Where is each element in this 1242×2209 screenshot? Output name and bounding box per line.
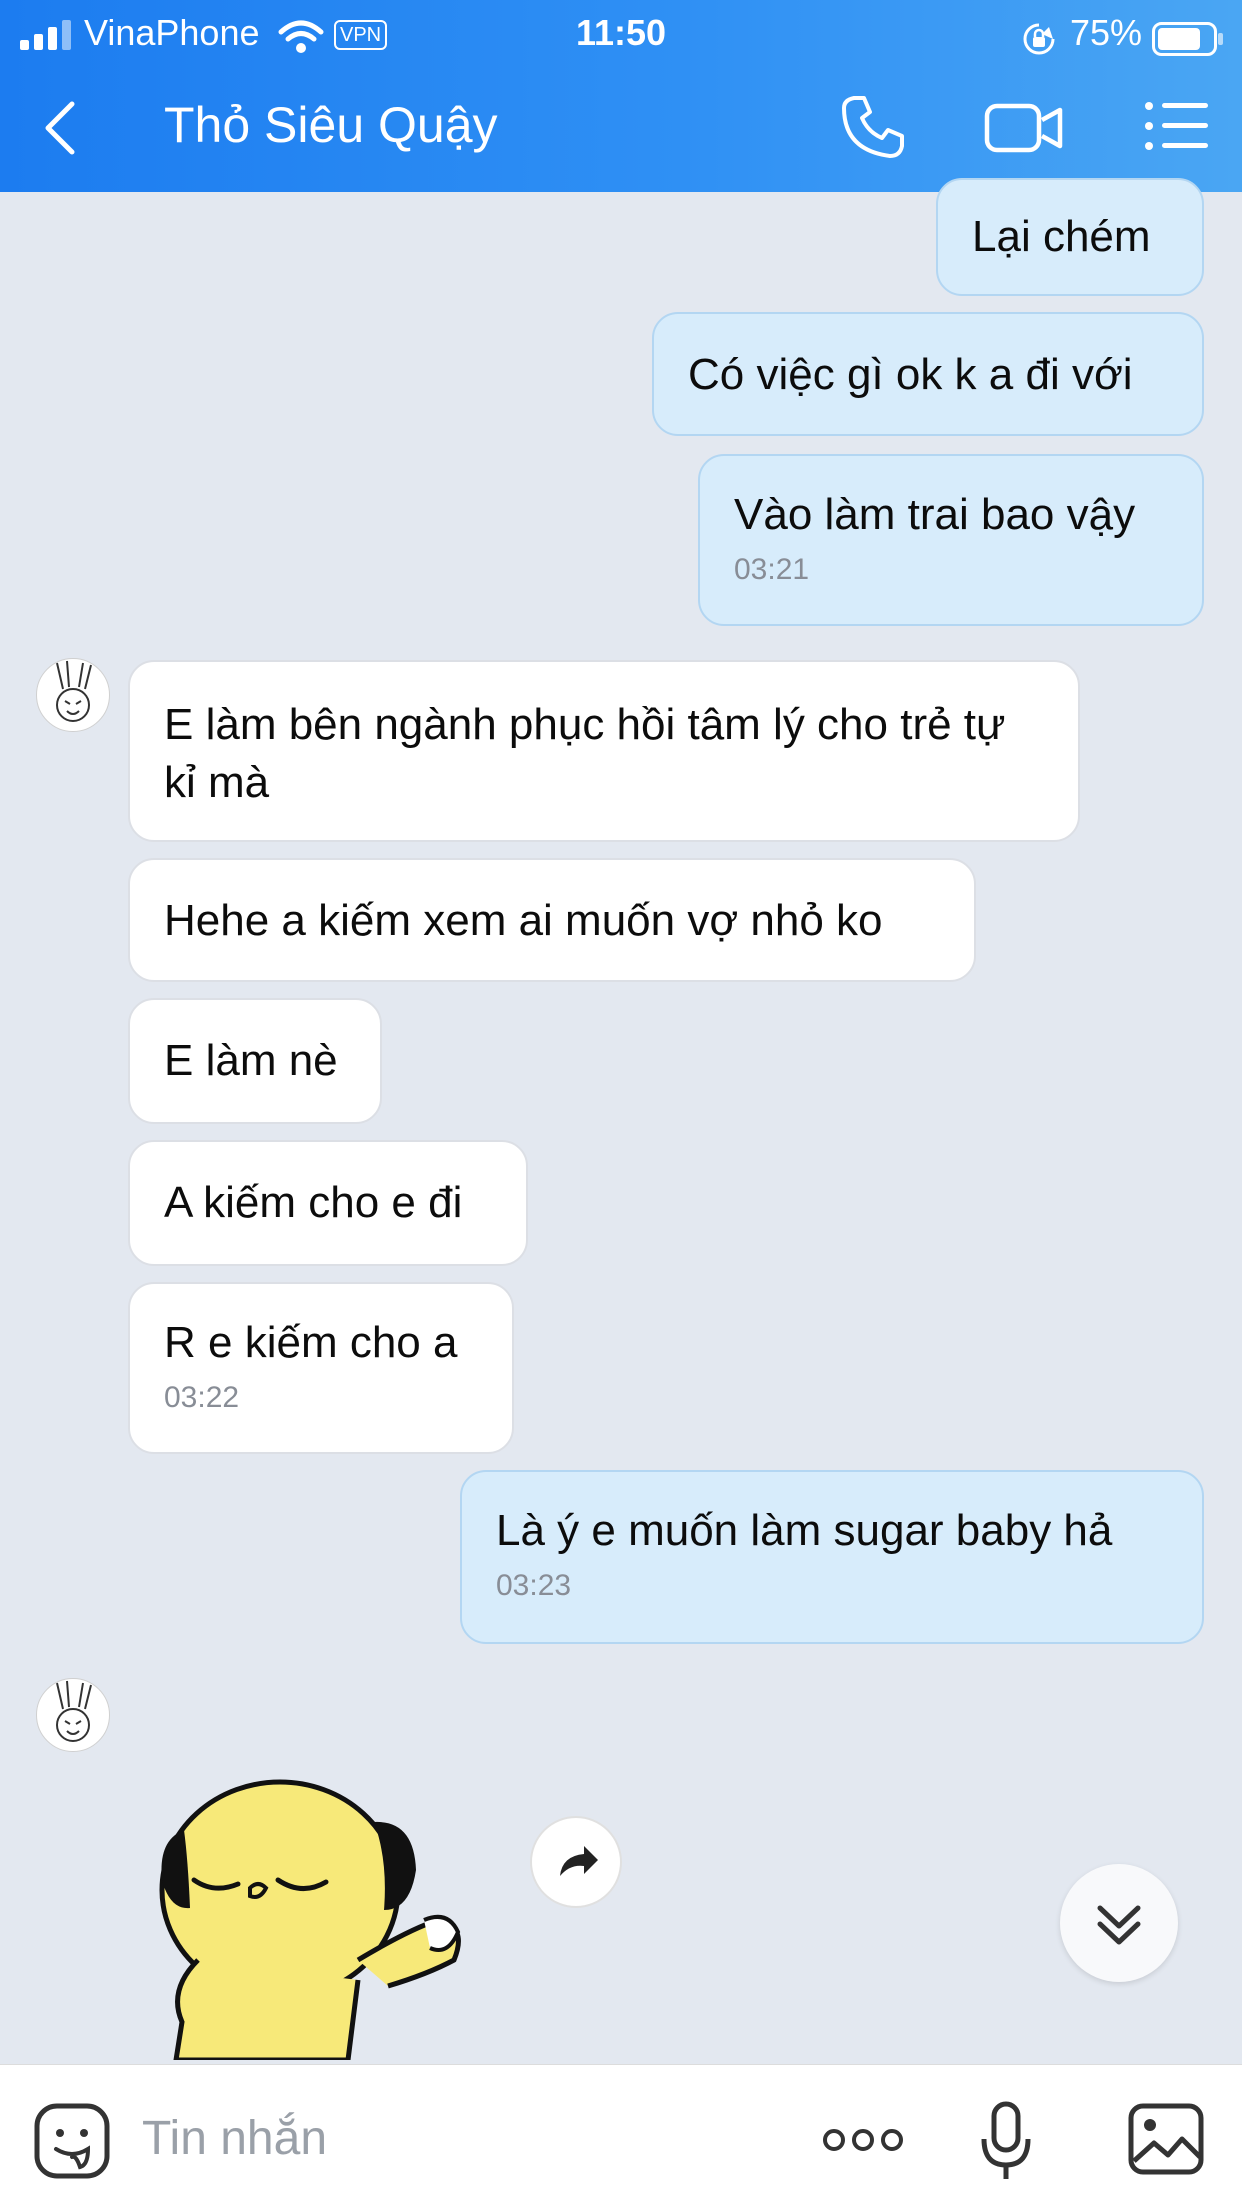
message-text: R e kiếm cho a: [164, 1318, 458, 1367]
microphone-icon[interactable]: [980, 2101, 1032, 2183]
battery-percent: 75%: [1069, 12, 1142, 53]
back-arrow-icon[interactable]: [40, 98, 80, 158]
message-input-bar: Tin nhắn: [0, 2064, 1242, 2209]
message-timestamp: 03:23: [496, 1569, 572, 1602]
contact-avatar[interactable]: [36, 658, 110, 732]
message-outgoing[interactable]: Có việc gì ok k a đi với: [652, 312, 1204, 436]
message-outgoing[interactable]: Vào làm trai bao vậy 03:21: [698, 454, 1204, 626]
battery-icon: [1152, 22, 1223, 56]
message-text: Lại chém: [972, 212, 1151, 261]
message-text: Hehe a kiếm xem ai muốn vợ nhỏ ko: [164, 896, 883, 945]
video-call-icon[interactable]: [984, 100, 1064, 156]
more-options-icon[interactable]: [822, 2125, 904, 2155]
bunny-avatar-icon: [56, 660, 92, 722]
dog-sticker[interactable]: [148, 1760, 468, 2060]
message-timestamp: 03:22: [164, 1381, 240, 1414]
image-gallery-icon[interactable]: [1128, 2103, 1204, 2175]
status-bar: VinaPhone VPN 11:50 75%: [0, 8, 1242, 56]
forward-button[interactable]: [530, 1816, 622, 1908]
message-incoming[interactable]: E làm nè: [128, 998, 382, 1124]
sticker-emoji-icon[interactable]: [34, 2103, 110, 2179]
forward-arrow-icon: [560, 1846, 598, 1876]
message-text: E làm bên ngành phục hồi tâm lý cho trẻ …: [164, 700, 1006, 807]
header: VinaPhone VPN 11:50 75% Thỏ Siêu Quậy: [0, 0, 1242, 192]
contact-avatar[interactable]: [36, 1678, 110, 1752]
contact-name[interactable]: Thỏ Siêu Quậy: [164, 96, 498, 154]
double-chevron-down-icon: [1097, 1905, 1141, 1945]
message-input[interactable]: Tin nhắn: [142, 2111, 327, 2166]
message-text: A kiếm cho e đi: [164, 1178, 463, 1227]
message-outgoing[interactable]: Lại chém: [936, 178, 1204, 296]
scroll-to-bottom-button[interactable]: [1060, 1864, 1178, 1982]
message-text: Có việc gì ok k a đi với: [688, 350, 1133, 399]
message-timestamp: 03:21: [734, 553, 810, 586]
message-incoming[interactable]: E làm bên ngành phục hồi tâm lý cho trẻ …: [128, 660, 1080, 842]
message-text: E làm nè: [164, 1036, 338, 1085]
message-text: Vào làm trai bao vậy: [734, 490, 1136, 539]
rotation-lock-icon: [1023, 23, 1055, 55]
message-text: Là ý e muốn làm sugar baby hả: [496, 1506, 1113, 1555]
message-incoming[interactable]: Hehe a kiếm xem ai muốn vợ nhỏ ko: [128, 858, 976, 982]
list-menu-icon[interactable]: [1144, 98, 1210, 154]
message-incoming[interactable]: A kiếm cho e đi: [128, 1140, 528, 1266]
bunny-avatar-icon: [56, 1680, 92, 1742]
message-incoming[interactable]: R e kiếm cho a 03:22: [128, 1282, 514, 1454]
message-outgoing[interactable]: Là ý e muốn làm sugar baby hả 03:23: [460, 1470, 1204, 1644]
phone-call-icon[interactable]: [840, 94, 906, 160]
chat-navbar: Thỏ Siêu Quậy: [0, 72, 1242, 182]
